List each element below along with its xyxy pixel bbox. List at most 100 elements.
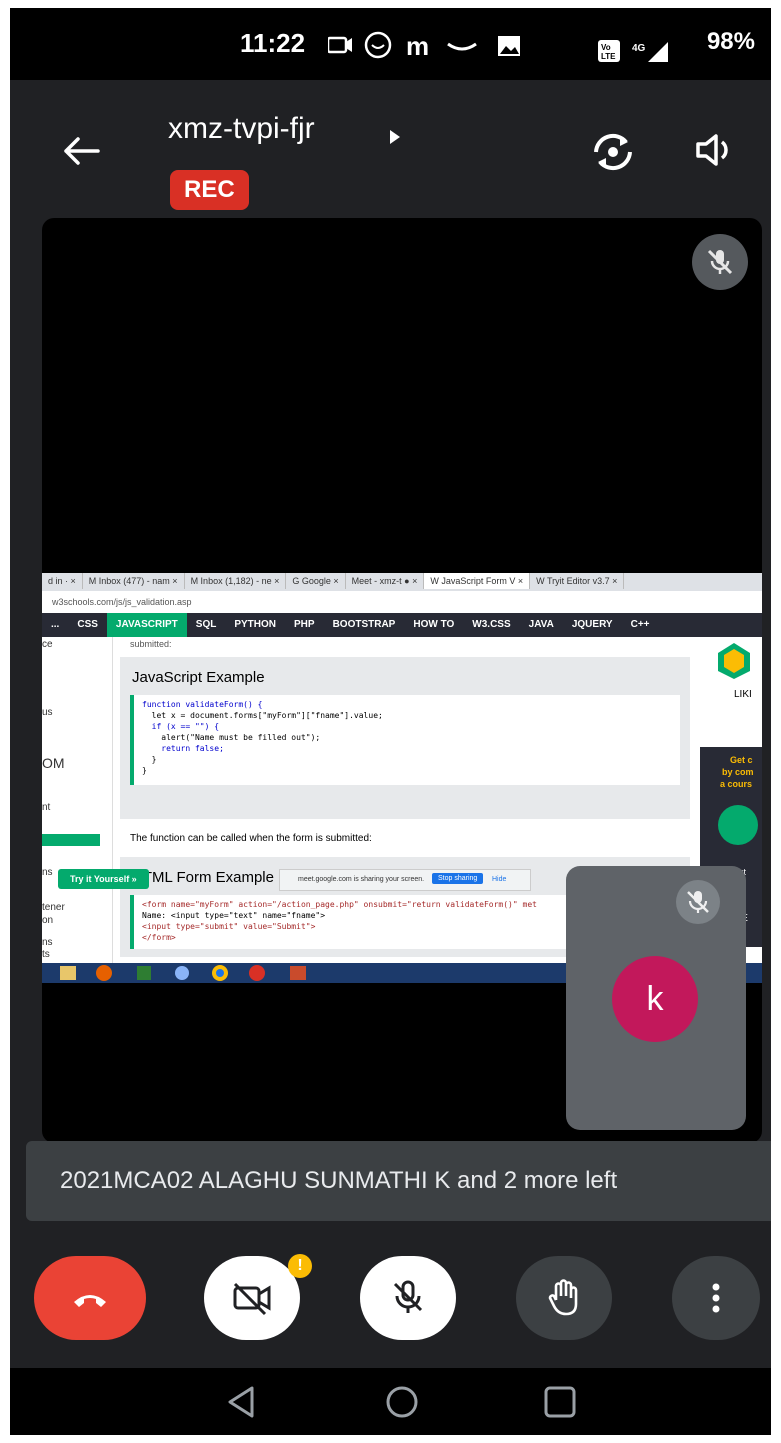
browser-tab: W Tryit Editor v3.7 × xyxy=(530,573,625,589)
network-icon: Vo LTE 4G xyxy=(598,40,668,62)
browser-tabs: d in · × M Inbox (477) - nam × M Inbox (1,… xyxy=(42,573,762,591)
code-line: } xyxy=(142,755,157,764)
more-vert-icon xyxy=(712,1283,720,1313)
battery-level: 98% xyxy=(706,28,755,55)
code-line: <form name="myForm" action="/action_page… xyxy=(142,900,537,909)
right-pane-text: by com xyxy=(722,767,754,777)
nav-item: SQL xyxy=(195,619,217,630)
mic-off-icon xyxy=(707,249,733,275)
system-nav-bar xyxy=(10,1368,771,1435)
browser-tab: M Inbox (1,182) - ne × xyxy=(185,573,287,589)
w3-navbar: ... CSS JAVASCRIPT SQL PYTHON PHP BOOTSTRAP HOW… xyxy=(42,613,762,637)
taskbar-icons xyxy=(60,965,306,981)
call-controls: ! xyxy=(10,1248,771,1348)
code-line: function validateForm() { xyxy=(142,700,263,709)
hand-icon xyxy=(548,1279,578,1316)
sidebar-item: tener xyxy=(42,902,65,913)
recording-badge: REC xyxy=(170,170,249,210)
sidebar-item: ns xyxy=(42,937,53,948)
code-line: <input type="submit" value="Submit"> xyxy=(142,922,316,931)
nav-item: PHP xyxy=(294,619,315,630)
end-call-button[interactable] xyxy=(34,1256,146,1340)
raise-hand-button[interactable] xyxy=(516,1256,612,1340)
more-options-button[interactable] xyxy=(672,1256,760,1340)
muted-mic-badge xyxy=(692,234,748,290)
back-arrow-icon[interactable] xyxy=(62,135,102,167)
code-line: let x = document.forms["myForm"]["fname"… xyxy=(142,711,383,720)
browser-tab: d in · × xyxy=(42,573,83,589)
hang-up-icon xyxy=(74,1295,106,1307)
browser-tab: Meet - xmz-t ● × xyxy=(346,573,425,589)
code-line: Name: <input type="text" name="fname"> xyxy=(142,911,326,920)
sidebar-item: ts xyxy=(42,949,50,960)
sidebar-item: us xyxy=(42,707,53,718)
phone-screen: 11:22 m Vo LTE 4G 98% xmz-tvpi-fjr REC d… xyxy=(10,8,771,1435)
mic-off-icon xyxy=(687,891,709,913)
right-pane-text: LIKI xyxy=(734,689,752,700)
svg-text:Vo: Vo xyxy=(601,43,611,52)
js-example-title: JavaScript Example xyxy=(132,669,265,686)
self-muted-badge xyxy=(676,880,720,924)
js-example-panel: JavaScript Example function validateForm… xyxy=(120,657,690,819)
sidebar-item: ce xyxy=(42,639,53,650)
browser-tab: W JavaScript Form V × xyxy=(424,573,531,589)
notification-icons: m xyxy=(328,31,520,61)
nav-item: BOOTSTRAP xyxy=(332,619,396,630)
nav-item: JQUERY xyxy=(571,619,613,630)
switch-camera-icon[interactable] xyxy=(590,132,636,172)
submitted-text: submitted: xyxy=(130,639,172,649)
camera-off-icon xyxy=(233,1282,271,1316)
nav-item: C++ xyxy=(630,619,650,630)
participants-left-toast: 2021MCA02 ALAGHU SUNMATHI K and 2 more l… xyxy=(26,1141,771,1221)
status-bar: 11:22 m Vo LTE 4G 98% xyxy=(10,8,771,80)
right-pane-text: a cours xyxy=(720,779,753,789)
nav-item: PYTHON xyxy=(234,619,277,630)
svg-text:4G: 4G xyxy=(632,43,646,54)
sidebar-item: on xyxy=(42,915,54,926)
code-line: alert("Name must be filled out"); xyxy=(142,733,321,742)
address-bar: w3schools.com/js/js_validation.asp xyxy=(42,591,762,614)
speaker-icon[interactable] xyxy=(694,132,734,168)
camera-warning-badge: ! xyxy=(288,1254,312,1278)
function-description: The function can be called when the form… xyxy=(130,833,372,844)
html-example-title: HTML Form Example xyxy=(132,869,274,886)
w3-sidebar: ce us OM nt ns tener on ns ts xyxy=(42,637,113,963)
svg-text:LTE: LTE xyxy=(601,52,616,61)
sidebar-item: OM xyxy=(42,755,65,771)
meeting-code[interactable]: xmz-tvpi-fjr xyxy=(168,112,315,146)
share-message: meet.google.com is sharing your screen. xyxy=(298,876,425,883)
screen-share-bar: meet.google.com is sharing your screen. … xyxy=(279,869,531,891)
mic-toggle-button[interactable] xyxy=(360,1256,456,1340)
nav-item: CSS xyxy=(77,619,98,630)
code-line: if (x == "") { xyxy=(142,722,220,731)
nav-item: W3.CSS xyxy=(472,619,511,630)
sidebar-item: nt xyxy=(42,802,51,813)
recents-square-icon[interactable] xyxy=(540,1382,580,1422)
js-code-block: function validateForm() { let x = docume… xyxy=(130,695,680,785)
nav-item: JAVA xyxy=(528,619,554,630)
avatar: k xyxy=(612,956,698,1042)
chevron-right-icon[interactable] xyxy=(388,128,402,146)
hide-link: Hide xyxy=(492,876,507,883)
meeting-header: xmz-tvpi-fjr REC xyxy=(10,80,771,220)
mic-off-icon xyxy=(393,1280,423,1313)
try-it-button: Try it Yourself » xyxy=(58,869,149,889)
code-line: </form> xyxy=(142,933,176,942)
code-line: } xyxy=(142,766,147,775)
nav-item: HOW TO xyxy=(413,619,455,630)
status-time: 11:22 xyxy=(240,28,306,58)
home-circle-icon[interactable] xyxy=(382,1382,422,1422)
w3-logo xyxy=(718,643,750,679)
right-pane-text: Get c xyxy=(730,755,753,765)
self-view-tile[interactable]: k xyxy=(566,866,746,1130)
camera-toggle-button[interactable] xyxy=(204,1256,300,1340)
back-triangle-icon[interactable] xyxy=(222,1382,262,1422)
svg-text:m: m xyxy=(406,31,429,61)
nav-item: JAVASCRIPT xyxy=(106,613,187,637)
nav-item: ... xyxy=(51,619,60,630)
browser-tab: M Inbox (477) - nam × xyxy=(83,573,185,589)
stop-sharing-button: Stop sharing xyxy=(432,873,484,884)
code-line: return false; xyxy=(142,744,224,753)
browser-tab: G Google × xyxy=(286,573,346,589)
sidebar-item: ns xyxy=(42,867,53,878)
